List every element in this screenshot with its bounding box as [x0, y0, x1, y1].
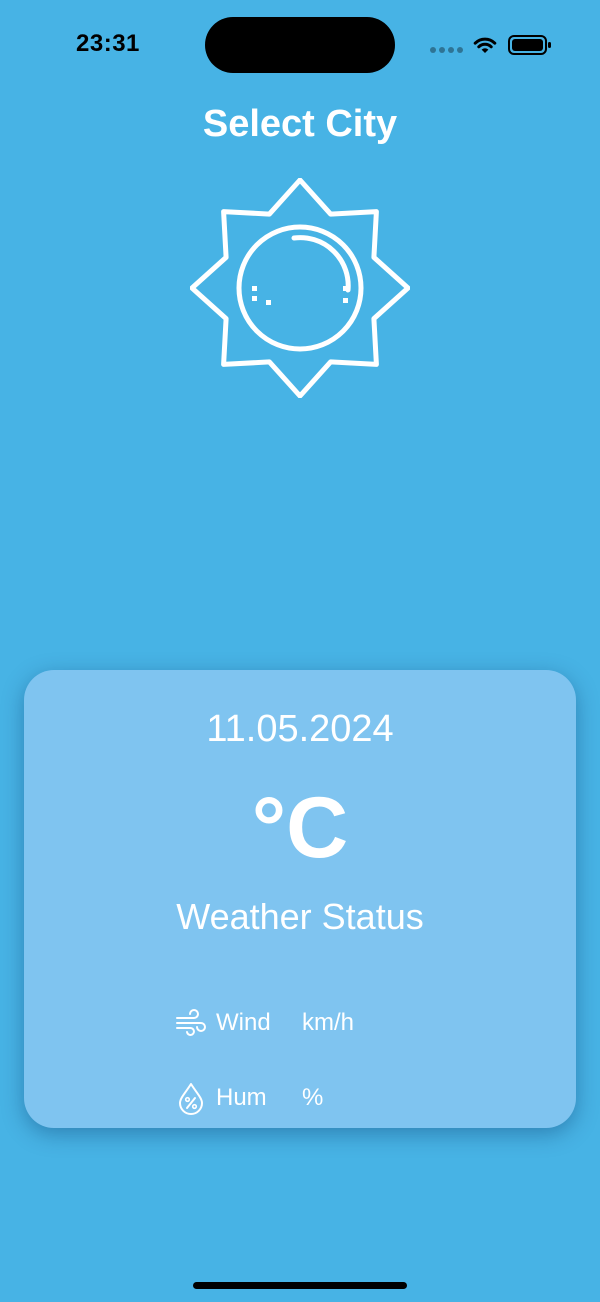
- weather-card: 11.05.2024 °C Weather Status Wind km/h H…: [24, 670, 576, 1128]
- weather-date: 11.05.2024: [206, 708, 394, 750]
- page-title[interactable]: Select City: [0, 103, 600, 146]
- temperature-value: °C: [251, 780, 349, 876]
- weather-status: Weather Status: [176, 896, 424, 937]
- humidity-unit: %: [302, 1084, 324, 1111]
- wind-unit: km/h: [302, 1009, 355, 1036]
- humidity-label: Hum: [216, 1084, 267, 1111]
- humidity-icon: [179, 1083, 203, 1115]
- wind-row: Wind km/h: [174, 1003, 354, 1043]
- wind-label: Wind: [216, 1009, 271, 1036]
- wifi-icon: [473, 37, 497, 53]
- status-time: 23:31: [76, 30, 140, 57]
- sun-icon: [190, 178, 410, 398]
- status-bar: 23:31: [0, 0, 600, 90]
- home-indicator[interactable]: [193, 1282, 407, 1289]
- dynamic-island: [205, 17, 395, 73]
- cellular-signal-icon: [430, 47, 463, 53]
- humidity-row: Hum %: [174, 1078, 323, 1118]
- battery-icon: [508, 35, 551, 55]
- wind-icon: [176, 1009, 206, 1036]
